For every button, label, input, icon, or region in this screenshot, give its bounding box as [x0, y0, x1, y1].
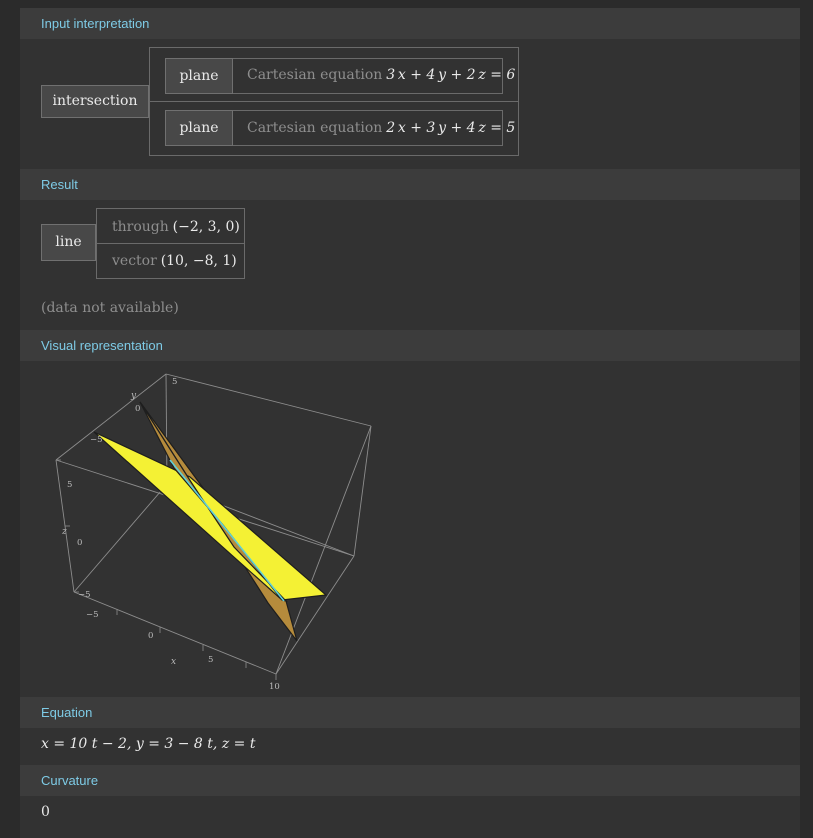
intersection-line — [169, 459, 285, 602]
y-tick-label: −5 — [90, 435, 103, 445]
data-not-available-note: (data not available) — [41, 300, 179, 316]
planes-divider — [149, 101, 519, 102]
x-tick-label: 0 — [148, 631, 153, 641]
vector-row: vector (10, −8, 1) — [112, 252, 237, 269]
line-properties-divider — [96, 243, 245, 244]
line-equation: x = 10 t − 2, y = 3 − 8 t, z = t — [41, 736, 256, 752]
through-row: through (−2, 3, 0) — [112, 218, 240, 235]
through-value: (−2, 3, 0) — [172, 219, 240, 235]
x-tick-label: −5 — [86, 610, 99, 620]
plane-1-equation: 3 x + 4 y + 2 z = 6 — [386, 67, 516, 83]
intersection-label: intersection — [41, 85, 149, 118]
plane-1-equation-group: Cartesian equation 3 x + 4 y + 2 z = 6 — [247, 66, 515, 83]
plane-2-equation: 2 x + 3 y + 4 z = 5 — [386, 120, 516, 136]
y-tick-label: 0 — [135, 404, 140, 414]
box-edge — [73, 483, 168, 593]
line-label: line — [41, 224, 96, 261]
pod-title-equation: Equation — [20, 697, 800, 728]
3d-plot: 5 0 −5 5 0 −5 −5 0 5 10 y z x — [55, 373, 372, 690]
z-tick-label: 5 — [67, 480, 72, 490]
box-edge — [165, 373, 372, 427]
pod-title-curvature: Curvature — [20, 765, 800, 796]
vector-value: (10, −8, 1) — [160, 253, 237, 269]
x-tick-label: 10 — [269, 682, 280, 690]
z-tick-label: 0 — [77, 538, 82, 548]
x-axis-label: x — [171, 657, 176, 667]
z-axis-label: z — [61, 527, 67, 537]
plane-2-desc: Cartesian equation — [247, 120, 383, 136]
box-edge — [353, 425, 372, 557]
box-edge — [275, 425, 372, 675]
pod-title-visual-representation: Visual representation — [20, 330, 800, 361]
z-tick-label: −5 — [78, 590, 91, 600]
curvature-value: 0 — [41, 804, 50, 820]
vector-label: vector — [112, 253, 157, 269]
pod-title-result: Result — [20, 169, 800, 200]
x-tick-label: 5 — [208, 655, 213, 665]
through-label: through — [112, 219, 169, 235]
y-axis-label: y — [130, 391, 137, 401]
plane-2-equation-group: Cartesian equation 2 x + 3 y + 4 z = 5 — [247, 119, 515, 136]
pod-title-input-interpretation: Input interpretation — [20, 8, 800, 39]
y-tick-label: 5 — [172, 377, 177, 387]
plane-1-label: plane — [165, 58, 233, 94]
plane-1-desc: Cartesian equation — [247, 67, 383, 83]
plane-2-label: plane — [165, 110, 233, 146]
results-panel: Input interpretation intersection plane … — [20, 8, 800, 838]
plane-1-surface — [93, 431, 328, 601]
